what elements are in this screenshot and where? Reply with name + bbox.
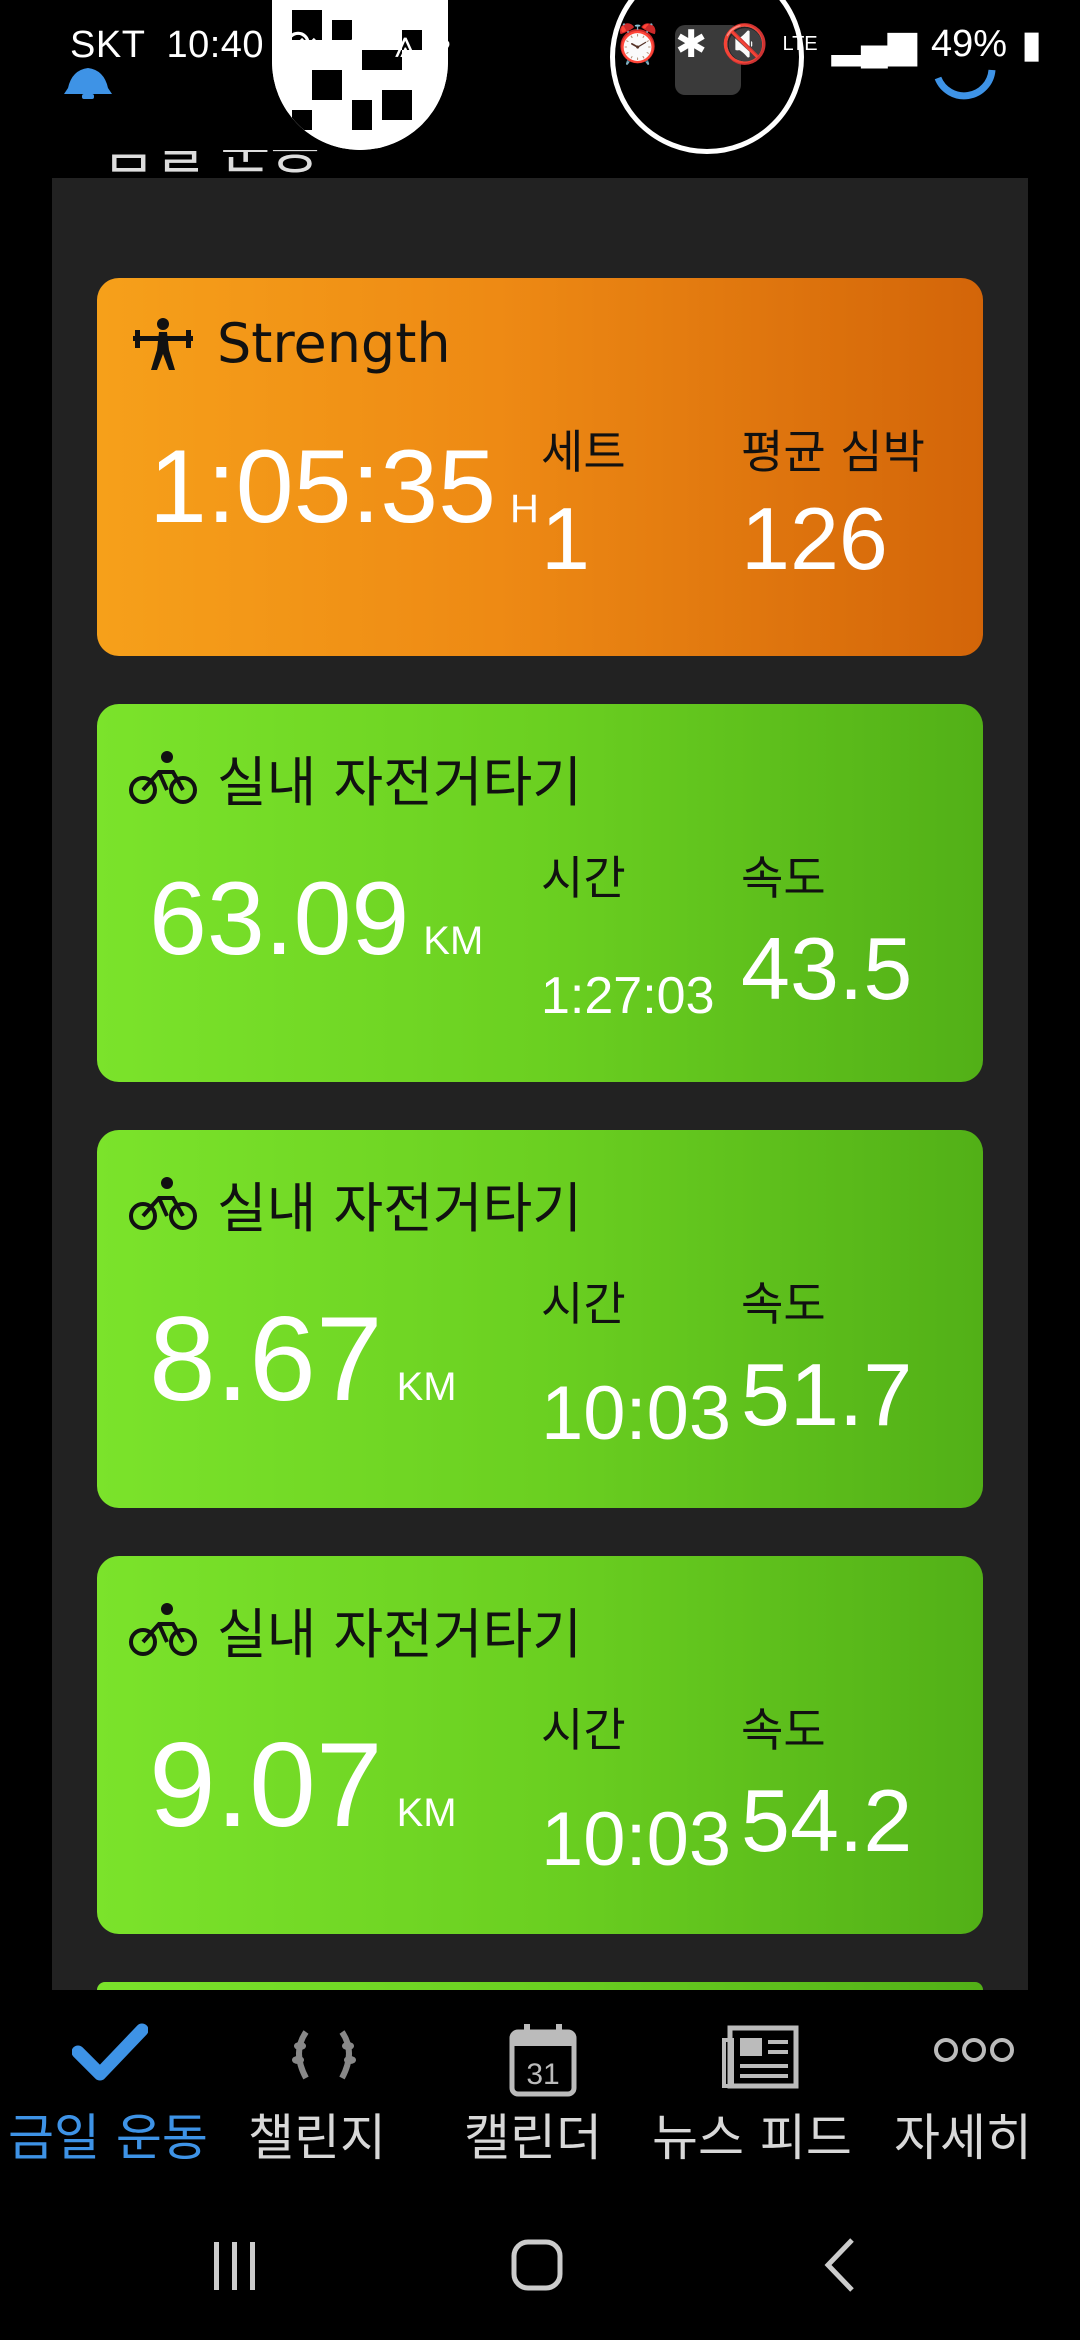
time-value: 10:03 <box>541 1797 732 1882</box>
nav-label: 자세히 <box>894 2109 1032 2167</box>
nav-label: 챌린지 <box>248 2109 386 2167</box>
battery-icon: ▮ <box>1021 24 1042 66</box>
recent-apps-icon[interactable] <box>210 2240 260 2292</box>
time-label: 시간 <box>541 1277 626 1331</box>
avg-heart-rate-label: 평균 심박 <box>741 425 925 479</box>
carrier-label: SKT <box>70 24 146 66</box>
time-value: 10:03 <box>541 1371 732 1456</box>
temperature: -2° <box>338 33 374 63</box>
distance-value: 9.07 <box>149 1718 383 1852</box>
speed-value: 51.7 <box>741 1345 913 1444</box>
bluetooth-icon: ✱ <box>675 24 708 66</box>
distance-unit: KM <box>423 919 484 963</box>
signal-icon: ▂▄▆ <box>831 24 918 66</box>
workout-card-indoor-cycling[interactable]: 실내 자전거타기 63.09 KM 시간 1:27:03 속도 43.5 <box>97 704 983 1082</box>
nav-label: 캘린더 <box>464 2109 602 2167</box>
nav-tab-more[interactable]: 자세히 <box>864 1990 1080 2180</box>
distance-value: 8.67 <box>149 1292 383 1426</box>
nav-label: 뉴스 피드 <box>652 2109 852 2167</box>
section-title: 금일 운동 <box>104 150 320 178</box>
workout-card-strength[interactable]: Strength 1:05:35 H 세트 1 평균 심박 126 <box>97 278 983 656</box>
duration-unit: H <box>510 487 539 531</box>
cycling-icon <box>129 1602 197 1656</box>
workout-card-indoor-cycling[interactable]: 실내 자전거타기 9.07 KM 시간 10:03 속도 54.2 <box>97 1556 983 1934</box>
checkmark-icon <box>72 2023 148 2081</box>
time-label: 시간 <box>541 1703 626 1757</box>
laurel-icon <box>292 2030 356 2080</box>
strength-icon <box>133 317 193 370</box>
avg-heart-rate-value: 126 <box>741 489 888 588</box>
time-value: 1:27:03 <box>541 967 715 1025</box>
svg-text:31: 31 <box>526 2058 559 2091</box>
speed-value: 54.2 <box>741 1771 913 1870</box>
more-icon <box>934 2038 1014 2062</box>
cycling-icon <box>129 1176 197 1230</box>
card-title: 실내 자전거타기 <box>217 1177 582 1240</box>
nav-tab-calendar[interactable]: 31 캘린더 <box>432 1990 648 2180</box>
nav-tab-challenges[interactable]: 챌린지 <box>216 1990 432 2180</box>
speed-value: 43.5 <box>741 919 913 1018</box>
card-title: Strength <box>217 312 451 375</box>
nav-tab-today-workout[interactable]: 금일 운동 <box>0 1990 216 2180</box>
calendar-icon: 31 <box>509 2024 577 2097</box>
nav-label: 금일 운동 <box>8 2109 208 2167</box>
workout-card-indoor-cycling[interactable]: 실내 자전거타기 8.67 KM 시간 10:03 속도 51.7 <box>97 1130 983 1508</box>
status-bar: SKT 10:40 ⟳ -2° ⩓ • ⏰ ✱ 🔇 LTE ▂▄▆ 49% ▮ <box>0 0 1080 100</box>
distance-unit: KM <box>396 1791 457 1835</box>
home-icon[interactable] <box>510 2238 564 2292</box>
navigation-icon: ⩓ <box>394 24 417 66</box>
time-label: 시간 <box>541 851 626 905</box>
newsfeed-icon <box>722 2025 799 2089</box>
mute-icon: 🔇 <box>721 23 769 66</box>
speed-label: 속도 <box>741 1277 826 1331</box>
speed-label: 속도 <box>741 1703 826 1757</box>
workout-card-partial[interactable] <box>97 1982 983 1990</box>
duration-value: 1:05:35 <box>149 429 496 545</box>
bottom-navigation: 금일 운동 챌린지 31 캘린더 뉴스 피드 자세히 <box>0 1990 1080 2180</box>
card-title: 실내 자전거타기 <box>217 751 582 814</box>
speed-label: 속도 <box>741 851 826 905</box>
card-title: 실내 자전거타기 <box>217 1603 582 1666</box>
cycling-icon <box>129 750 197 804</box>
notification-dot-icon: • <box>437 24 452 66</box>
sync-status-icon: ⟳ <box>285 24 318 66</box>
back-icon[interactable] <box>822 2236 858 2294</box>
distance-value: 63.09 <box>149 861 410 977</box>
distance-unit: KM <box>396 1365 457 1409</box>
sets-value: 1 <box>541 489 590 588</box>
clock: 10:40 <box>166 24 265 66</box>
system-navigation-bar <box>0 2180 1080 2340</box>
lte-indicator: LTE <box>782 33 818 55</box>
battery-percent: 49% <box>931 23 1008 65</box>
nav-tab-newsfeed[interactable]: 뉴스 피드 <box>648 1990 864 2180</box>
alarm-icon: ⏰ <box>613 23 662 66</box>
sets-label: 세트 <box>541 425 626 479</box>
